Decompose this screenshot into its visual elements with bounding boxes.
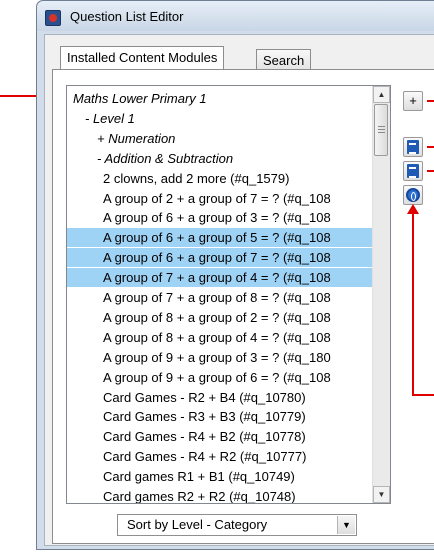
annotation-line-remove-vertical (412, 212, 414, 395)
tree-row[interactable]: A group of 6 + a group of 7 = ? (#q_108 (67, 248, 374, 268)
tab-installed-content-modules[interactable]: Installed Content Modules (60, 46, 225, 69)
sort-select-value: Sort by Level - Category (127, 517, 268, 532)
tree-row-label: A group of 6 + a group of 5 = ? (#q_108 (103, 230, 331, 246)
tree-row-label: Card games R2 + R2 (#q_10748) (103, 489, 296, 504)
tree-row-label: Card games R1 + B1 (#q_10749) (103, 469, 295, 485)
title-bar: Question List Editor (37, 1, 434, 31)
annotation-line-remove-horizontal (412, 394, 434, 396)
tree-row[interactable]: - Level 1 (67, 109, 374, 128)
annotation-line-add (427, 100, 434, 102)
scroll-up-button[interactable]: ▲ (373, 86, 390, 103)
tree-row-label: 2 clowns, add 2 more (#q_1579) (103, 170, 290, 186)
tree-vertical-scrollbar[interactable]: ▲ ▼ (372, 86, 390, 503)
tree-row-label: A group of 9 + a group of 3 = ? (#q_180 (103, 349, 331, 365)
tree-row-label: Card Games - R2 + B4 (#q_10780) (103, 389, 306, 405)
remove-button[interactable] (403, 185, 423, 205)
tree-row[interactable]: A group of 6 + a group of 3 = ? (#q_108 (67, 208, 374, 227)
scroll-down-button[interactable]: ▼ (373, 486, 390, 503)
remove-ban-icon (406, 188, 420, 202)
paste-button[interactable] (403, 161, 423, 181)
tree-row[interactable]: 2 clowns, add 2 more (#q_1579) (67, 169, 374, 188)
add-button[interactable]: + (403, 91, 423, 111)
window-title: Question List Editor (70, 9, 184, 24)
tree-row-label: A group of 7 + a group of 8 = ? (#q_108 (103, 290, 331, 305)
tree-row-label: A group of 9 + a group of 6 = ? (#q_108 (103, 369, 331, 385)
tree-row[interactable]: Card games R1 + B1 (#q_10749) (67, 467, 374, 486)
tree-row[interactable]: A group of 7 + a group of 8 = ? (#q_108 (67, 288, 374, 307)
tree-row-label: Card Games - R3 + B3 (#q_10779) (103, 409, 306, 425)
tree-row-label: - Addition & Subtraction (97, 150, 234, 166)
paste-document-icon (407, 164, 419, 178)
tree-row-label: Maths Lower Primary 1 (73, 91, 207, 106)
sort-select[interactable]: Sort by Level - Category ▼ (117, 514, 357, 536)
tree-row-label: A group of 2 + a group of 7 = ? (#q_108 (103, 190, 331, 206)
tree-row-label: Card Games - R4 + B2 (#q_10778) (103, 429, 306, 445)
tree-row-label: A group of 6 + a group of 7 = ? (#q_108 (103, 250, 331, 266)
tree-row[interactable]: A group of 7 + a group of 4 = ? (#q_108 (67, 268, 374, 288)
copy-button[interactable] (403, 137, 423, 157)
tree-row[interactable]: Card Games - R2 + B4 (#q_10780) (67, 388, 374, 407)
annotation-line-paste (427, 170, 434, 172)
chevron-down-icon[interactable]: ▼ (337, 516, 355, 534)
tree-row-label: A group of 8 + a group of 2 = ? (#q_108 (103, 309, 331, 325)
tree-row-label: A group of 7 + a group of 4 = ? (#q_108 (103, 270, 331, 286)
tree-row-label: A group of 6 + a group of 3 = ? (#q_108 (103, 210, 331, 226)
tree-row[interactable]: + Numeration (67, 129, 374, 148)
app-icon (45, 10, 61, 26)
tree-row[interactable]: A group of 2 + a group of 7 = ? (#q_108 (67, 189, 374, 208)
tree-row[interactable]: A group of 8 + a group of 4 = ? (#q_108 (67, 328, 374, 347)
scroll-thumb[interactable] (374, 104, 388, 156)
tree-row-label: Card Games - R4 + R2 (#q_10777) (103, 449, 307, 465)
tree-row[interactable]: A group of 9 + a group of 3 = ? (#q_180 (67, 348, 374, 367)
tree-row-label: A group of 8 + a group of 4 = ? (#q_108 (103, 329, 331, 345)
tree-row[interactable]: A group of 9 + a group of 6 = ? (#q_108 (67, 368, 374, 387)
tree-row[interactable]: Card games R2 + R2 (#q_10748) (67, 487, 374, 504)
tree-row[interactable]: Card Games - R4 + B2 (#q_10778) (67, 427, 374, 446)
tree-row[interactable]: A group of 8 + a group of 2 = ? (#q_108 (67, 308, 374, 327)
tree-row-label: + Numeration (97, 130, 176, 146)
question-tree[interactable]: Maths Lower Primary 1 - Level 1 + Numerati… (66, 85, 391, 504)
tree-row[interactable]: Maths Lower Primary 1 (67, 89, 374, 108)
copy-document-icon (407, 140, 419, 154)
annotation-line-copy (427, 146, 434, 148)
annotation-arrowhead-remove (407, 204, 419, 214)
tree-row[interactable]: A group of 6 + a group of 5 = ? (#q_108 (67, 228, 374, 248)
tree-row[interactable]: Card Games - R3 + B3 (#q_10779) (67, 407, 374, 426)
tab-search[interactable]: Search (256, 49, 312, 70)
tree-row[interactable]: - Addition & Subtraction (67, 149, 374, 168)
tree-row[interactable]: Card Games - R4 + R2 (#q_10777) (67, 447, 374, 466)
tree-row-label: - Level 1 (85, 110, 135, 126)
